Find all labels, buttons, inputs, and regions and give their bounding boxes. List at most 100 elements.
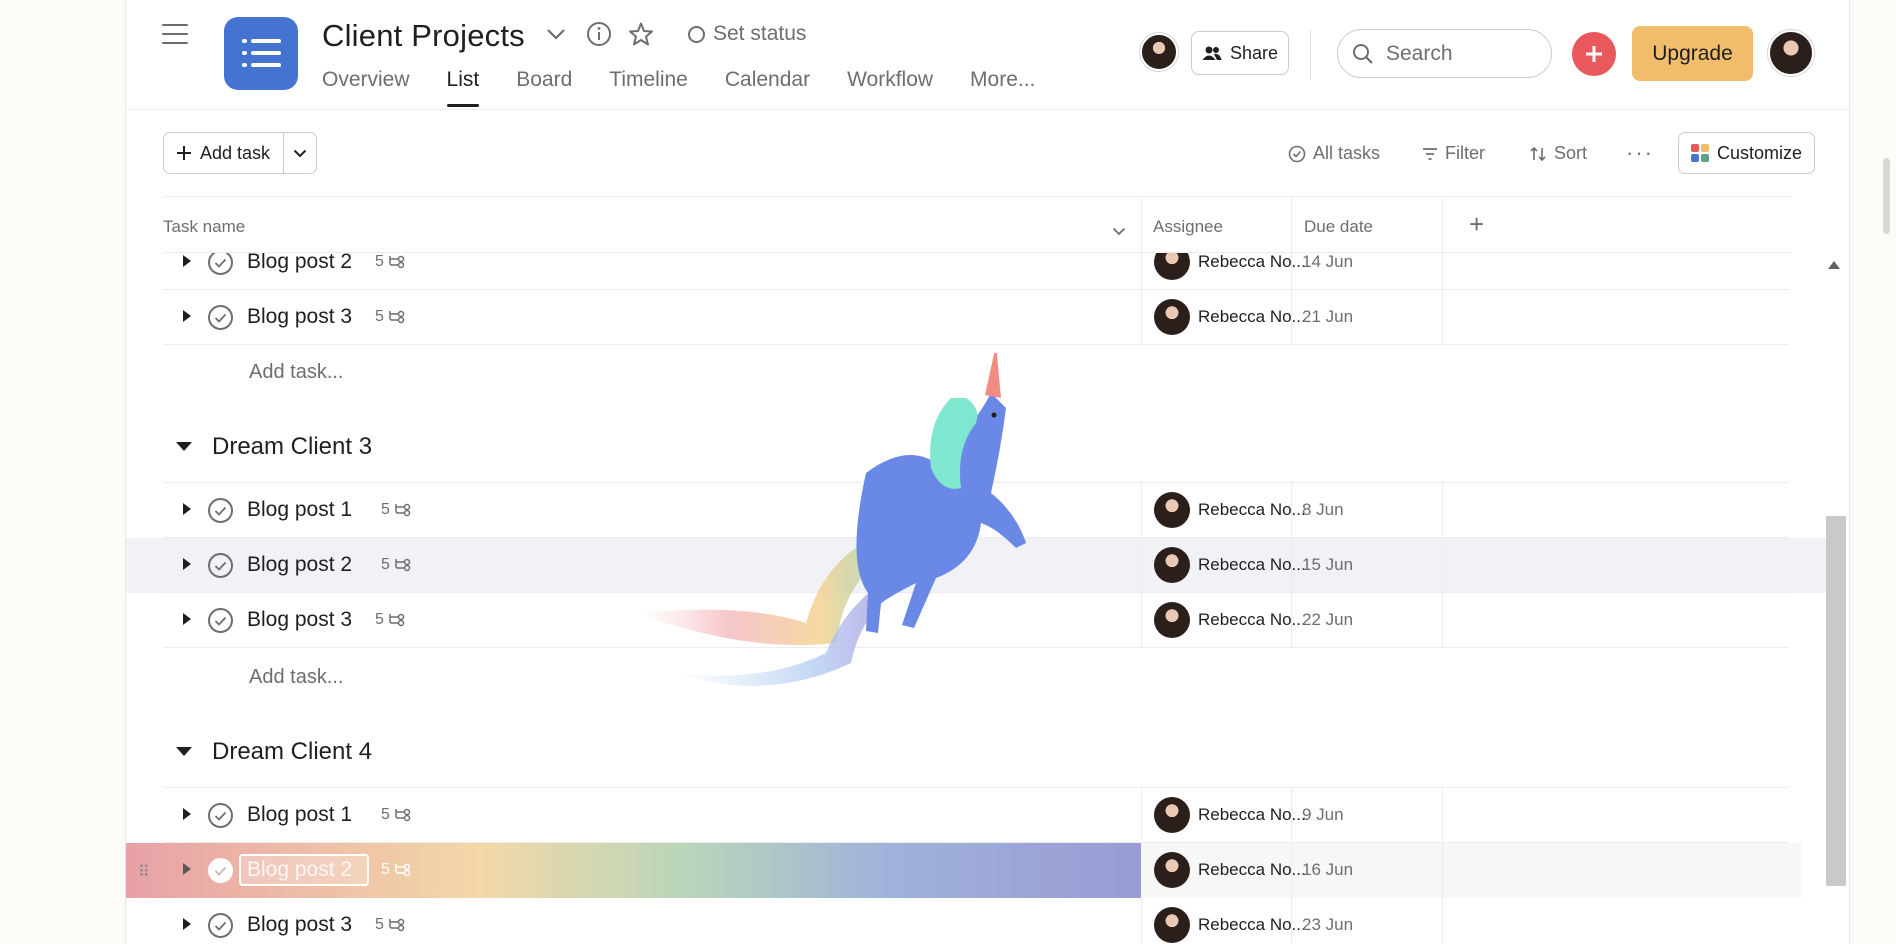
tab-board[interactable]: Board: [516, 68, 572, 108]
complete-check-icon[interactable]: [208, 858, 233, 883]
assignee-cell[interactable]: Rebecca No...: [1154, 547, 1306, 583]
complete-check-icon[interactable]: [208, 608, 233, 633]
column-task-name[interactable]: Task name: [163, 217, 245, 237]
subtask-count[interactable]: 5: [375, 253, 406, 271]
due-date[interactable]: 9 Jun: [1302, 805, 1344, 825]
add-column-button[interactable]: +: [1469, 209, 1484, 240]
share-button[interactable]: Share: [1191, 31, 1289, 75]
set-status-button[interactable]: Set status: [688, 22, 806, 46]
chevron-down-icon[interactable]: [1112, 221, 1126, 241]
expand-caret-icon[interactable]: [183, 613, 191, 625]
member-avatar[interactable]: [1140, 33, 1178, 71]
assignee-cell[interactable]: Rebecca No...: [1154, 852, 1306, 888]
section-title[interactable]: Dream Client 3: [212, 433, 372, 461]
task-name[interactable]: Blog post 2: [247, 253, 352, 274]
expand-caret-icon[interactable]: [183, 808, 191, 820]
expand-caret-icon[interactable]: [183, 503, 191, 515]
assignee-cell[interactable]: Rebecca No...: [1154, 299, 1306, 335]
due-date[interactable]: 15 Jun: [1302, 555, 1353, 575]
all-tasks-button[interactable]: All tasks: [1288, 143, 1380, 164]
tab-more[interactable]: More...: [970, 68, 1035, 108]
add-task-row[interactable]: Add task...: [126, 345, 1826, 400]
user-avatar[interactable]: [1768, 30, 1814, 76]
add-task-row[interactable]: Add task...: [126, 648, 1826, 703]
tab-workflow[interactable]: Workflow: [847, 68, 933, 108]
add-task-inline[interactable]: Add task...: [249, 666, 344, 689]
task-row[interactable]: Blog post 2 5 Rebecca No... 14 Jun: [126, 253, 1826, 290]
assignee-cell[interactable]: Rebecca No...: [1154, 602, 1306, 638]
upgrade-button[interactable]: Upgrade: [1632, 26, 1753, 81]
task-name[interactable]: Blog post 1: [247, 498, 352, 522]
due-date[interactable]: 23 Jun: [1302, 915, 1353, 935]
subtask-count[interactable]: 5: [375, 308, 406, 326]
add-task-dropdown[interactable]: [284, 133, 316, 173]
task-row[interactable]: Blog post 3 5 Rebecca No... 23 Jun: [126, 898, 1826, 944]
complete-check-icon[interactable]: [208, 803, 233, 828]
task-row[interactable]: Blog post 1 5 Rebecca No... 8 Jun: [126, 483, 1826, 538]
tab-timeline[interactable]: Timeline: [609, 68, 688, 108]
task-name[interactable]: Blog post 3: [247, 305, 352, 329]
tab-list[interactable]: List: [446, 68, 479, 108]
expand-caret-icon[interactable]: [183, 255, 191, 267]
task-name[interactable]: Blog post 3: [247, 913, 352, 937]
assignee-cell[interactable]: Rebecca No...: [1154, 907, 1306, 943]
assignee-cell[interactable]: Rebecca No...: [1154, 492, 1306, 528]
expand-caret-icon[interactable]: [183, 918, 191, 930]
info-icon[interactable]: [585, 20, 613, 48]
expand-caret-icon[interactable]: [183, 558, 191, 570]
expand-caret-icon[interactable]: [183, 310, 191, 322]
subtask-count[interactable]: 5: [381, 556, 412, 574]
task-name[interactable]: Blog post 2: [247, 553, 352, 577]
task-name[interactable]: Blog post 3: [247, 608, 352, 632]
collapse-caret-icon[interactable]: [176, 442, 192, 451]
tab-overview[interactable]: Overview: [322, 68, 410, 108]
drag-handle-icon[interactable]: ⠿: [138, 862, 150, 882]
task-name[interactable]: Blog post 2: [247, 858, 352, 882]
complete-check-icon[interactable]: [208, 913, 233, 938]
due-date[interactable]: 16 Jun: [1302, 860, 1353, 880]
page-scrollbar[interactable]: [1878, 0, 1896, 944]
due-date[interactable]: 14 Jun: [1302, 253, 1353, 272]
complete-check-icon[interactable]: [208, 498, 233, 523]
subtask-count[interactable]: 5: [375, 611, 406, 629]
scroll-thumb[interactable]: [1826, 516, 1846, 886]
assignee-cell[interactable]: Rebecca No...: [1154, 797, 1306, 833]
complete-check-icon[interactable]: [208, 553, 233, 578]
subtask-count[interactable]: 5: [381, 501, 412, 519]
add-task-inline[interactable]: Add task...: [249, 361, 344, 384]
due-date[interactable]: 22 Jun: [1302, 610, 1353, 630]
project-title[interactable]: Client Projects: [322, 18, 525, 54]
page-scroll-thumb[interactable]: [1883, 158, 1890, 234]
search-box[interactable]: [1337, 29, 1552, 78]
sort-button[interactable]: Sort: [1529, 143, 1587, 164]
complete-check-icon[interactable]: [208, 305, 233, 330]
task-row[interactable]: Blog post 3 5 Rebecca No... 22 Jun: [126, 593, 1826, 648]
star-icon[interactable]: [627, 20, 655, 48]
column-assignee[interactable]: Assignee: [1153, 217, 1223, 237]
customize-button[interactable]: Customize: [1678, 132, 1815, 174]
tab-calendar[interactable]: Calendar: [725, 68, 810, 108]
expand-caret-icon[interactable]: [183, 863, 191, 875]
chevron-down-icon[interactable]: [542, 20, 570, 48]
task-name[interactable]: Blog post 1: [247, 803, 352, 827]
assignee-cell[interactable]: Rebecca No...: [1154, 253, 1306, 280]
subtask-count[interactable]: 5: [381, 861, 412, 879]
complete-check-icon[interactable]: [208, 253, 233, 275]
search-input[interactable]: [1386, 41, 1526, 66]
task-row[interactable]: Blog post 2 5 Rebecca No... 15 Jun: [126, 538, 1826, 593]
list-scrollbar[interactable]: [1824, 253, 1846, 944]
collapse-caret-icon[interactable]: [176, 747, 192, 756]
due-date[interactable]: 21 Jun: [1302, 307, 1353, 327]
due-date[interactable]: 8 Jun: [1302, 500, 1344, 520]
add-task-button[interactable]: Add task: [164, 133, 285, 173]
task-row-dragging[interactable]: ⠿ Blog post 2 5: [126, 843, 1141, 898]
task-row[interactable]: Blog post 3 5 Rebecca No... 21 Jun: [126, 290, 1826, 345]
filter-button[interactable]: Filter: [1422, 143, 1485, 164]
create-button[interactable]: [1572, 32, 1616, 76]
subtask-count[interactable]: 5: [381, 806, 412, 824]
task-row[interactable]: Blog post 1 5 Rebecca No... 9 Jun: [126, 788, 1826, 843]
scroll-up-arrow-icon[interactable]: [1828, 261, 1840, 269]
column-due-date[interactable]: Due date: [1304, 217, 1373, 237]
more-options-icon[interactable]: ···: [1626, 140, 1654, 166]
subtask-count[interactable]: 5: [375, 916, 406, 934]
